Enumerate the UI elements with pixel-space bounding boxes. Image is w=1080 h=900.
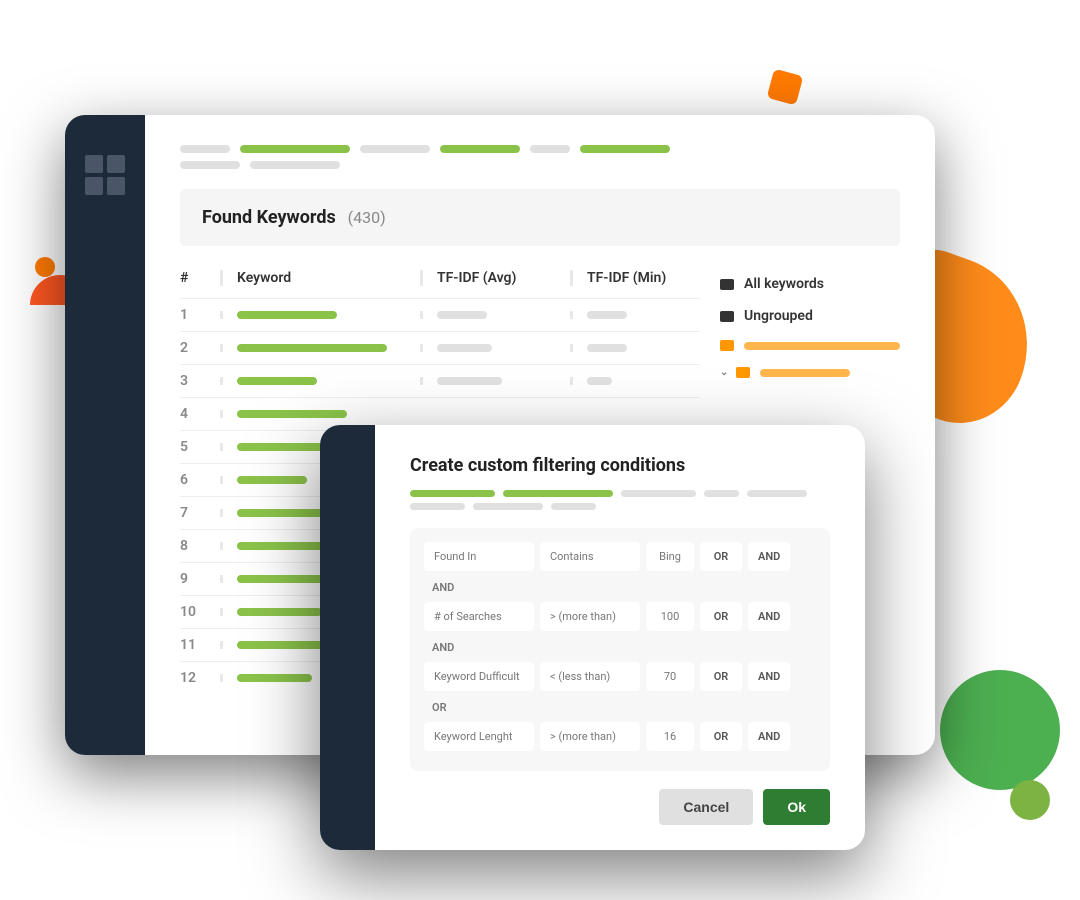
folder-label: Ungrouped — [744, 308, 813, 324]
folder-custom-1[interactable] — [720, 332, 900, 359]
filter-operator[interactable]: < (less than) — [540, 662, 640, 691]
folder-icon — [720, 311, 734, 322]
tfidf-avg-cell — [420, 377, 570, 385]
filter-and[interactable]: AND — [748, 542, 790, 571]
filter-or[interactable]: OR — [700, 542, 742, 571]
filter-operator[interactable]: > (more than) — [540, 722, 640, 751]
folder-custom-2[interactable]: ⌄ — [720, 359, 900, 386]
folder-bar — [744, 342, 900, 350]
chevron-down-icon: ⌄ — [720, 367, 728, 378]
filter-and[interactable]: AND — [748, 722, 790, 751]
folder-bar — [760, 369, 850, 377]
keyword-cell — [220, 311, 420, 319]
keyword-cell — [220, 410, 420, 418]
tfidf-min-cell — [570, 377, 700, 385]
filter-value[interactable]: 16 — [646, 722, 694, 751]
filter-conditions: Found InContainsBingORANDAND# of Searche… — [410, 528, 830, 771]
tfidf-avg-cell — [420, 311, 570, 319]
cancel-button[interactable]: Cancel — [659, 789, 753, 825]
col-num: # — [180, 270, 220, 286]
table-header: # Keyword TF-IDF (Avg) TF-IDF (Min) — [180, 258, 700, 298]
filter-field[interactable]: Found In — [424, 542, 534, 571]
filter-modal: Create custom filtering conditions Found… — [320, 425, 865, 850]
folder-icon — [720, 279, 734, 290]
filter-and[interactable]: AND — [748, 602, 790, 631]
breadcrumb-row-1 — [180, 145, 900, 153]
filter-field[interactable]: Keyword Dufficult — [424, 662, 534, 691]
filter-value[interactable]: Bing — [646, 542, 694, 571]
ok-button[interactable]: Ok — [763, 789, 830, 825]
decoration-green-circle — [940, 670, 1060, 790]
filter-row: Keyword Lenght> (more than)16ORAND — [424, 722, 816, 751]
filter-operator[interactable]: Contains — [540, 542, 640, 571]
decoration-dot — [35, 257, 55, 277]
modal-content: Create custom filtering conditions Found… — [375, 425, 865, 850]
sidebar — [65, 115, 145, 755]
filter-row: Found InContainsBingORAND — [424, 542, 816, 571]
decoration-green-dot — [1010, 780, 1050, 820]
modal-sidebar — [320, 425, 375, 850]
section-count: (430) — [348, 208, 386, 227]
folder-label: All keywords — [744, 276, 824, 292]
row-number: 5 — [180, 439, 220, 455]
filter-value[interactable]: 70 — [646, 662, 694, 691]
filter-join-label: AND — [424, 637, 816, 658]
filter-value[interactable]: 100 — [646, 602, 694, 631]
filter-join-label: OR — [424, 697, 816, 718]
table-row[interactable]: 1 — [180, 298, 700, 331]
row-number: 8 — [180, 538, 220, 554]
tfidf-min-cell — [570, 311, 700, 319]
folder-ungrouped[interactable]: Ungrouped — [720, 300, 900, 332]
dashboard-icon[interactable] — [85, 155, 125, 195]
filter-or[interactable]: OR — [700, 722, 742, 751]
filter-or[interactable]: OR — [700, 602, 742, 631]
col-tfidf-avg[interactable]: TF-IDF (Avg) — [420, 270, 570, 286]
row-number: 12 — [180, 670, 220, 686]
keyword-cell — [220, 344, 420, 352]
modal-pills-1 — [410, 490, 830, 497]
table-row[interactable]: 2 — [180, 331, 700, 364]
filter-row: # of Searches> (more than)100ORAND — [424, 602, 816, 631]
row-number: 10 — [180, 604, 220, 620]
row-number: 6 — [180, 472, 220, 488]
row-number: 11 — [180, 637, 220, 653]
row-number: 3 — [180, 373, 220, 389]
modal-actions: Cancel Ok — [410, 789, 830, 825]
modal-title: Create custom filtering conditions — [410, 455, 830, 476]
decoration-square — [767, 69, 804, 106]
filter-and[interactable]: AND — [748, 662, 790, 691]
filter-join-label: AND — [424, 577, 816, 598]
row-number: 9 — [180, 571, 220, 587]
filter-field[interactable]: # of Searches — [424, 602, 534, 631]
filter-operator[interactable]: > (more than) — [540, 602, 640, 631]
folder-all-keywords[interactable]: All keywords — [720, 268, 900, 300]
row-number: 4 — [180, 406, 220, 422]
tfidf-avg-cell — [420, 344, 570, 352]
col-tfidf-min[interactable]: TF-IDF (Min) — [570, 270, 700, 286]
row-number: 7 — [180, 505, 220, 521]
breadcrumb-row-2 — [180, 161, 900, 169]
section-title: Found Keywords — [202, 207, 336, 228]
tfidf-min-cell — [570, 344, 700, 352]
keyword-cell — [220, 377, 420, 385]
folder-icon — [736, 367, 750, 378]
row-number: 2 — [180, 340, 220, 356]
section-header: Found Keywords (430) — [180, 189, 900, 246]
table-row[interactable]: 3 — [180, 364, 700, 397]
row-number: 1 — [180, 307, 220, 323]
filter-row: Keyword Dufficult< (less than)70ORAND — [424, 662, 816, 691]
modal-pills-2 — [410, 503, 830, 510]
filter-or[interactable]: OR — [700, 662, 742, 691]
col-keyword[interactable]: Keyword — [220, 270, 420, 286]
filter-field[interactable]: Keyword Lenght — [424, 722, 534, 751]
folder-icon — [720, 340, 734, 351]
